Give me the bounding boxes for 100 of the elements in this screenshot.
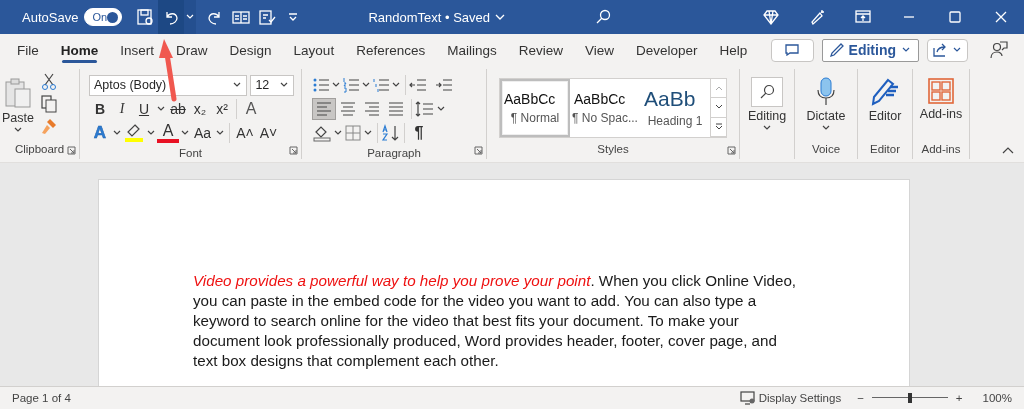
text-effects-button[interactable]: A — [89, 122, 111, 144]
show-formatting-button[interactable]: ¶ — [408, 122, 430, 144]
group-label: Font — [178, 146, 203, 161]
style-preview: AaBb — [643, 88, 697, 110]
person-comment-icon[interactable] — [990, 41, 1008, 59]
format-button[interactable]: Aa — [191, 122, 215, 144]
page-count[interactable]: Page 1 of 4 — [12, 392, 71, 404]
ribbon-tab[interactable]: View — [585, 34, 614, 66]
caret-icon — [437, 106, 445, 112]
format-button[interactable]: A˅ — [256, 122, 281, 144]
ribbon-tab[interactable]: References — [356, 34, 426, 66]
zoom-percent[interactable]: 100% — [982, 392, 1012, 404]
ribbon-display-icon[interactable] — [855, 9, 871, 25]
search-icon[interactable] — [595, 9, 611, 25]
caret-icon — [902, 47, 910, 53]
editing-mode-button[interactable]: Editing — [821, 38, 919, 62]
ribbon-tab[interactable]: Design — [229, 34, 272, 66]
bold-button[interactable]: B — [89, 98, 111, 120]
format-button[interactable]: x₂ — [189, 98, 211, 120]
format-button[interactable]: A˄ — [233, 122, 257, 144]
scroll-down-icon[interactable] — [714, 104, 723, 111]
dialog-launcher-icon[interactable] — [474, 146, 483, 155]
ribbon-tab[interactable]: Mailings — [447, 34, 497, 66]
bullets-icon[interactable] — [312, 77, 330, 93]
caret-icon — [334, 130, 342, 136]
underline-button[interactable]: U — [133, 98, 155, 120]
caret-icon — [495, 14, 505, 20]
caret-icon — [332, 82, 340, 88]
dialog-launcher-icon[interactable] — [289, 146, 298, 155]
clear-formatting-button[interactable]: A — [240, 98, 262, 120]
share-button[interactable] — [927, 38, 968, 62]
font-color-button[interactable]: A — [157, 123, 179, 143]
italic-button[interactable]: I — [111, 98, 133, 120]
dialog-launcher-icon[interactable] — [67, 146, 76, 155]
ribbon-tab[interactable]: Help — [719, 34, 748, 66]
dictate-button[interactable]: Dictate — [806, 73, 846, 141]
style-item[interactable]: AaBb Heading 1 — [640, 79, 710, 137]
zoom-slider[interactable] — [871, 393, 948, 403]
format-painter-icon[interactable] — [39, 117, 58, 135]
customize-icon[interactable] — [288, 13, 299, 21]
strikethrough-button[interactable]: ab — [167, 98, 189, 120]
pen-sparkle-icon[interactable] — [809, 9, 825, 25]
caret-icon — [362, 82, 370, 88]
paste-button[interactable]: Paste — [2, 73, 34, 141]
style-item[interactable]: AaBbCc ¶ No Spac... — [570, 79, 640, 137]
style-name: ¶ Normal — [510, 111, 560, 125]
book-icon[interactable] — [232, 8, 251, 26]
group-label: Editor — [868, 142, 901, 157]
monitor-gear-icon — [739, 391, 756, 405]
display-settings-button[interactable]: Display Settings — [739, 391, 842, 405]
multilevel-list-icon[interactable] — [372, 77, 390, 93]
ribbon-tab[interactable]: File — [17, 34, 39, 66]
dialog-launcher-icon[interactable] — [727, 146, 736, 155]
sort-icon[interactable] — [381, 124, 401, 142]
increase-indent-icon[interactable] — [435, 77, 453, 93]
ribbon-tab[interactable]: Review — [518, 34, 563, 66]
collapse-ribbon-icon[interactable] — [1002, 146, 1014, 154]
editor-button[interactable]: Editor — [868, 73, 902, 141]
add-ins-button[interactable]: Add-ins — [919, 73, 963, 141]
format-button[interactable]: x² — [211, 98, 233, 120]
comment-button[interactable] — [770, 38, 814, 62]
cut-icon[interactable] — [40, 73, 57, 91]
zoom-in-button[interactable]: + — [955, 392, 963, 404]
clipboard-icon — [4, 77, 32, 109]
style-preview: AaBbCc — [573, 91, 627, 107]
font-name-dropdown[interactable]: Aptos (Body) — [89, 74, 248, 96]
font-size-dropdown[interactable]: 12 — [250, 74, 294, 96]
maximize-icon[interactable] — [947, 9, 963, 25]
decrease-indent-icon[interactable] — [409, 77, 427, 93]
autosave-toggle[interactable]: On — [84, 8, 123, 26]
close-icon[interactable] — [993, 9, 1009, 25]
line-spacing-icon[interactable] — [415, 101, 435, 117]
ribbon-tab[interactable]: Draw — [176, 34, 208, 66]
style-item[interactable]: AaBbCc ¶ Normal — [500, 79, 570, 137]
clipboard-check-icon[interactable] — [258, 8, 277, 26]
group-label: Paragraph — [366, 146, 422, 161]
diamond-icon[interactable] — [763, 9, 779, 25]
caret-icon — [763, 125, 771, 131]
document-title[interactable]: RandomText • Saved — [368, 9, 505, 25]
ribbon-tab[interactable]: Layout — [293, 34, 335, 66]
zoom-slider-thumb[interactable] — [907, 393, 912, 403]
share-icon — [932, 43, 947, 57]
highlighter-icon[interactable] — [123, 123, 145, 143]
ribbon-tab[interactable]: Insert — [120, 34, 155, 66]
copy-icon[interactable] — [40, 95, 57, 113]
more-styles-icon[interactable] — [714, 122, 723, 131]
shading-icon[interactable] — [312, 124, 332, 142]
comment-icon — [785, 44, 800, 56]
ribbon-tab[interactable]: Home — [60, 34, 99, 66]
caret-icon — [157, 106, 165, 112]
autosave-label: AutoSave — [22, 9, 79, 25]
style-name: ¶ No Spac... — [572, 111, 638, 125]
ribbon-tab[interactable]: Developer — [636, 34, 698, 66]
microphone-icon — [815, 77, 837, 107]
editing-button[interactable]: Editing — [747, 73, 787, 141]
pencil-icon — [828, 42, 845, 58]
caret-icon — [392, 82, 400, 88]
zoom-out-button[interactable]: − — [857, 392, 864, 404]
group-label: Add-ins — [920, 142, 962, 157]
save-icon[interactable] — [136, 8, 155, 26]
